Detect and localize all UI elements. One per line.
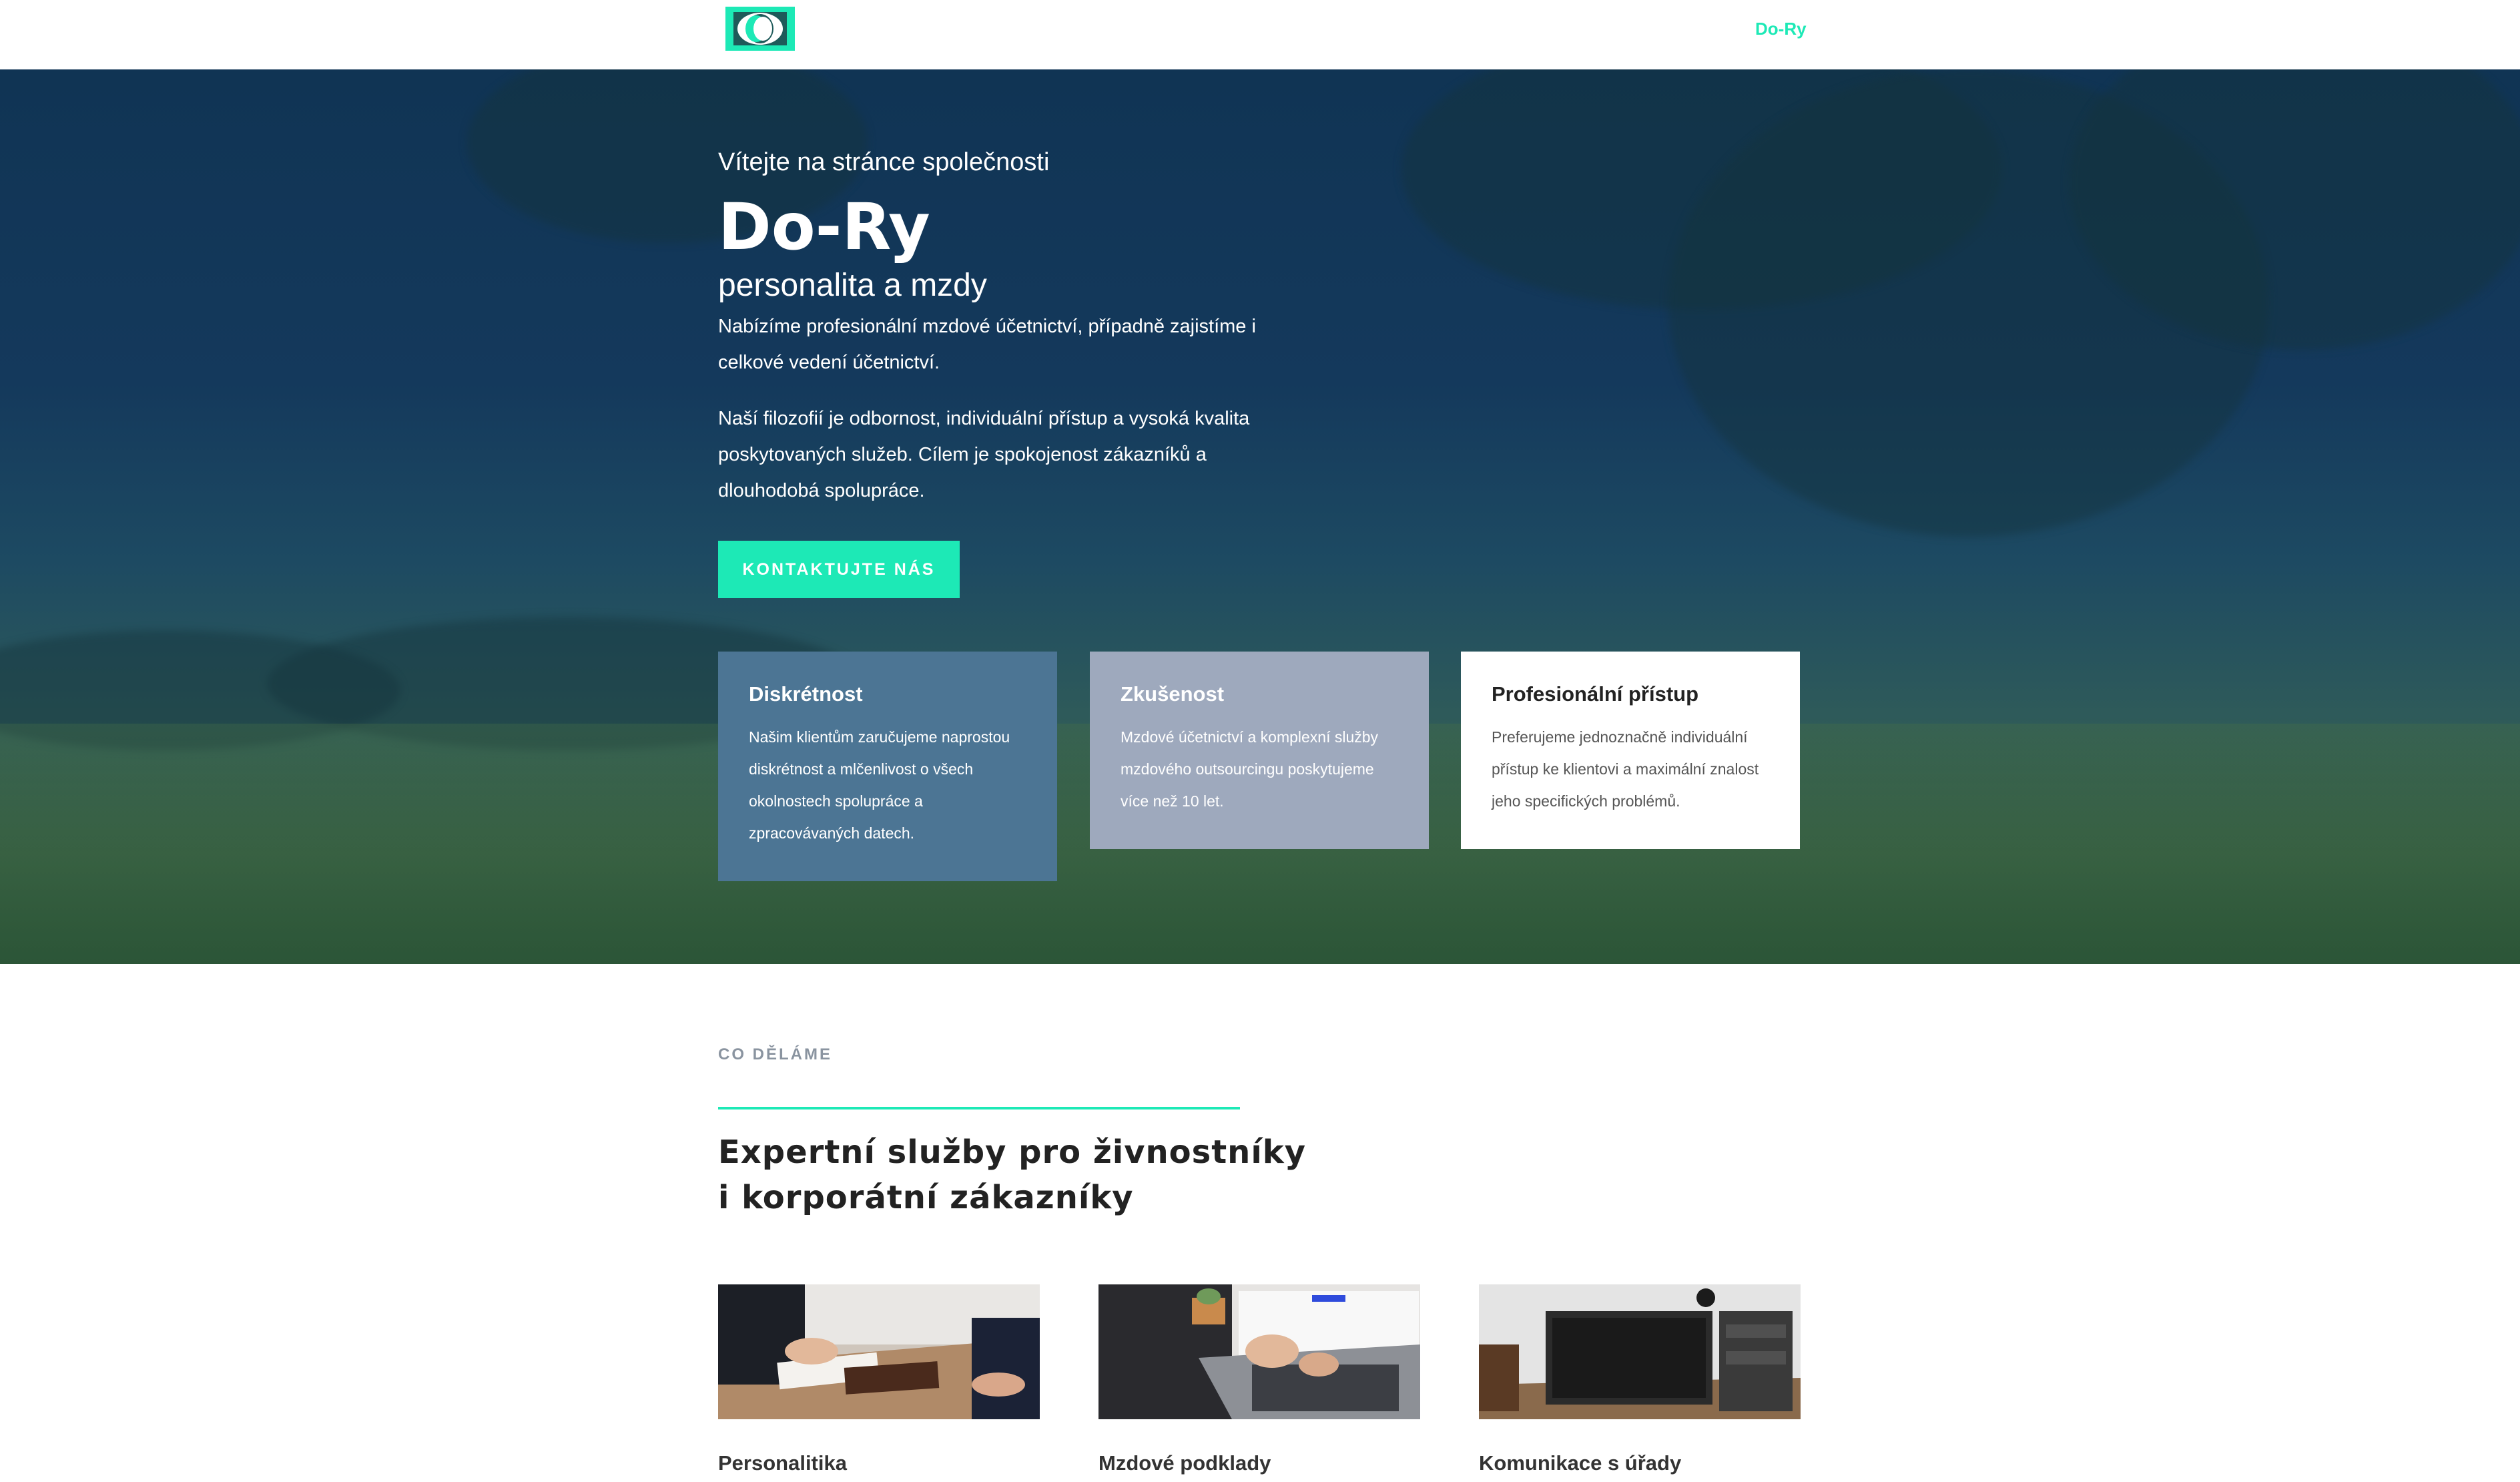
service-title: Mzdové podklady	[1098, 1451, 1271, 1475]
service-image-meeting	[718, 1284, 1040, 1419]
feature-text: Preferujeme jednoznačně individuální pří…	[1492, 728, 1759, 810]
service-card-authorities[interactable]: Komunikace s úřady	[1479, 1284, 1801, 1475]
section-heading-line1: Expertní služby pro živnostníky	[718, 1134, 1307, 1171]
feature-card-discretion: Diskrétnost Našim klientům zaručujeme na…	[718, 652, 1057, 881]
contact-us-button[interactable]: KONTAKTUJTE NÁS	[718, 541, 960, 598]
service-card-payroll[interactable]: Mzdové podklady	[1098, 1284, 1420, 1475]
feature-card-professional: Profesionální přístup Preferujeme jednoz…	[1461, 652, 1800, 849]
service-image-office-desk	[1479, 1284, 1801, 1419]
feature-text: Mzdové účetnictví a komplexní služby mzd…	[1121, 728, 1379, 810]
feature-title: Profesionální přístup	[1492, 682, 1699, 706]
service-title: Komunikace s úřady	[1479, 1451, 1682, 1475]
top-navbar: Do-Ry	[0, 0, 2520, 69]
hero-section: Vítejte na stránce společnosti Do-Ry per…	[0, 69, 2520, 964]
section-divider	[718, 1107, 1240, 1109]
hero-title: Do-Ry	[718, 190, 930, 264]
section-heading-line2: i korporátní zákazníky	[718, 1179, 1134, 1216]
nav-link-home[interactable]: Do-Ry	[1755, 19, 1807, 39]
hero-philosophy-text: Naší filozofií je odbornost, individuáln…	[718, 408, 1250, 501]
feature-title: Zkušenost	[1121, 682, 1225, 706]
service-image-laptop	[1098, 1284, 1420, 1419]
logo-icon[interactable]	[724, 5, 796, 52]
hero-subtitle: personalita a mzdy	[718, 268, 987, 303]
feature-title: Diskrétnost	[749, 682, 863, 706]
hero-intro-text: Nabízíme profesionální mzdové účetnictví…	[718, 316, 1256, 373]
hero-welcome: Vítejte na stránce společnosti	[718, 148, 1050, 176]
feature-text: Našim klientům zaručujeme naprostou disk…	[749, 728, 1010, 842]
section-label: CO DĚLÁME	[718, 1045, 832, 1063]
service-card-personnel[interactable]: Personalitika	[718, 1284, 1040, 1475]
service-title: Personalitika	[718, 1451, 847, 1475]
section-heading: Expertní služby pro živnostníky i korpor…	[718, 1130, 1319, 1220]
feature-card-experience: Zkušenost Mzdové účetnictví a komplexní …	[1090, 652, 1429, 849]
